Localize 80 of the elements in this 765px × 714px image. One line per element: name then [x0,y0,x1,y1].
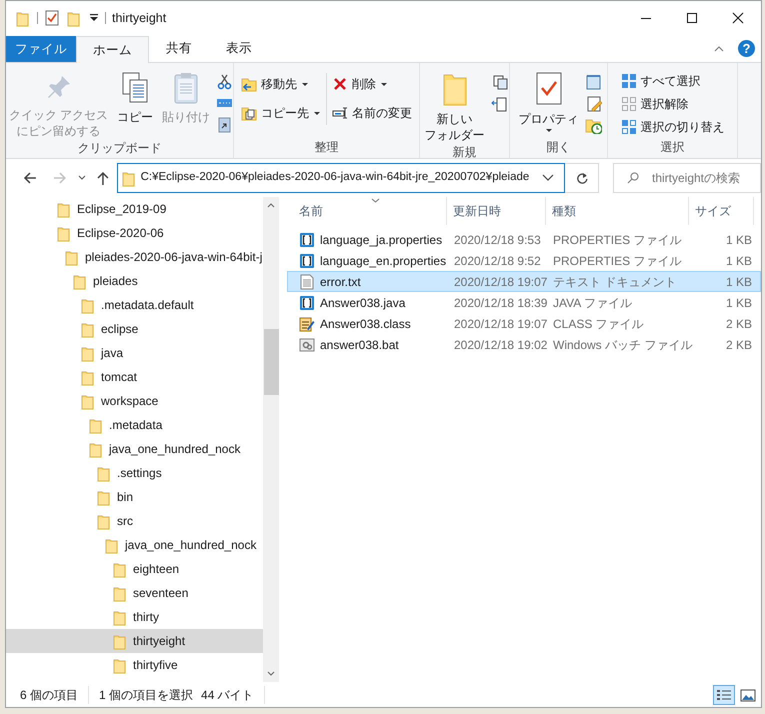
ribbon-button[interactable]: 選択の切り替え [618,117,726,137]
tree-item[interactable]: java_one_hundred_nock [6,533,263,557]
table-cell-text: 2020/12/18 9:53 [453,232,542,248]
ribbon-button[interactable]: 新しい フォルダー [422,67,488,143]
tree-item[interactable]: thirtyeight [6,629,263,653]
tree-item[interactable]: .metadata.default [6,293,263,317]
group-label: 新規 [452,144,476,161]
tree-item[interactable]: .settings [6,461,263,485]
table-cell-text: 2020/12/18 19:07 [453,274,547,290]
tree-item[interactable]: workspace [6,389,263,413]
table-cell-text: 1 KB [724,232,753,248]
table-cell-text: テキスト ドキュメント [552,274,678,290]
file-tab[interactable]: ファイル [6,36,76,62]
table-cell-text: PROPERTIES ファイル [552,232,682,248]
ribbon-button[interactable]: 移動先 [239,71,323,97]
table-cell-text: 1 KB [724,294,753,312]
ribbon-tab[interactable]: ホーム [76,36,149,63]
ribbon-tab[interactable]: 共有 [149,35,209,62]
tree-item[interactable]: .metadata [6,413,263,437]
table-cell-text: 2020/12/18 9:52 [453,252,542,270]
ribbon-button[interactable]: コピー [114,67,156,139]
tree-item[interactable]: seventeen [6,581,263,605]
table-cell-text: 2020/12/18 19:02 [453,336,547,354]
file-name: language_en.properties [320,252,446,270]
ribbon-button[interactable]: 名前の変更 [330,100,414,126]
tree-item[interactable]: java_one_hundred_nock [6,437,263,461]
table-cell-text: 2 KB [724,316,753,332]
tree-item[interactable]: bin [6,485,263,509]
file-name: Answer038.class [320,316,411,332]
file-name: language_ja.properties [320,232,442,248]
search-field[interactable]: thirtyeightの検索 [612,163,761,193]
file-name: Answer038.java [320,294,406,312]
ribbon-button[interactable]: コピー先 [239,100,323,126]
ribbon-tab[interactable]: 表示 [209,35,269,62]
ribbon-button[interactable]: プロパティ [516,67,582,138]
file-row[interactable]: error.txt 2020/12/18 19:07 テキスト ドキュメント 1 KB [287,271,761,292]
status-text: 6 個の項目 [20,686,90,704]
table-cell-text: CLASS ファイル [552,316,645,332]
column-header[interactable]: サイズ [689,197,754,225]
window-title: thirtyeight [112,10,166,27]
ribbon-button[interactable]: 削除 [330,71,414,97]
table-cell-text: 2 KB [724,336,753,354]
status-text: 1 個の項目を選択 [99,686,194,704]
table-cell-text: 1 KB [724,252,753,270]
group-label: 開く [546,139,570,156]
table-cell-text: PROPERTIES ファイル [552,252,682,270]
file-row[interactable]: Answer038.class 2020/12/18 19:07 CLASS ファイル 2 KB [287,313,761,334]
ribbon-button[interactable]: 選択解除 [618,94,726,114]
address-field[interactable]: C:¥Eclipse-2020-06¥pleiades-2020-06-java-win-64bit-jre_20200702¥pleiade [116,163,566,193]
table-cell-text: 2020/12/18 19:07 [453,316,547,332]
help-button[interactable]: ? [738,40,755,57]
tree-item[interactable]: pleiades-2020-06-java-win-64bit-j [6,245,263,269]
file-row[interactable]: answer038.bat 2020/12/18 19:02 Windows バッチ ファイル 2 KB [287,334,761,355]
table-cell-text: Windows バッチ ファイル [552,336,690,354]
file-row[interactable]: language_en.properties 2020/12/18 9:52 PROPERTIES ファイル 1 KB [287,250,761,271]
column-header[interactable]: 名前 [287,197,447,225]
table-cell-text: 2020/12/18 18:39 [453,294,547,312]
tree-item[interactable]: tomcat [6,365,263,389]
status-text: 44 バイト [201,686,265,704]
tree-item[interactable]: eighteen [6,557,263,581]
group-label: 選択 [660,139,684,156]
column-header[interactable]: 更新日時 [447,197,546,225]
tree-item[interactable]: thirtyfive [6,653,263,677]
file-row[interactable]: language_ja.properties 2020/12/18 9:53 PROPERTIES ファイル 1 KB [287,229,761,250]
group-label: 整理 [314,139,338,156]
table-cell-text: 1 KB [724,274,753,290]
tree-item[interactable]: thirty [6,605,263,629]
group-label: クリップボード [78,140,162,157]
ribbon-button[interactable]: すべて選択 [618,71,726,91]
file-name: error.txt [320,274,361,290]
tree-item[interactable]: pleiades [6,269,263,293]
tree-item[interactable]: java [6,341,263,365]
file-row[interactable]: Answer038.java 2020/12/18 18:39 JAVA ファイル 1 KB [287,292,761,313]
table-cell-text: JAVA ファイル [552,294,633,312]
tree-item[interactable]: eclipse [6,317,263,341]
tree-item[interactable]: src [6,509,263,533]
tree-item[interactable]: Eclipse_2019-09 [6,197,263,221]
file-name: answer038.bat [320,336,399,354]
column-header[interactable]: 種類 [546,197,689,225]
tree-item[interactable]: Eclipse-2020-06 [6,221,263,245]
